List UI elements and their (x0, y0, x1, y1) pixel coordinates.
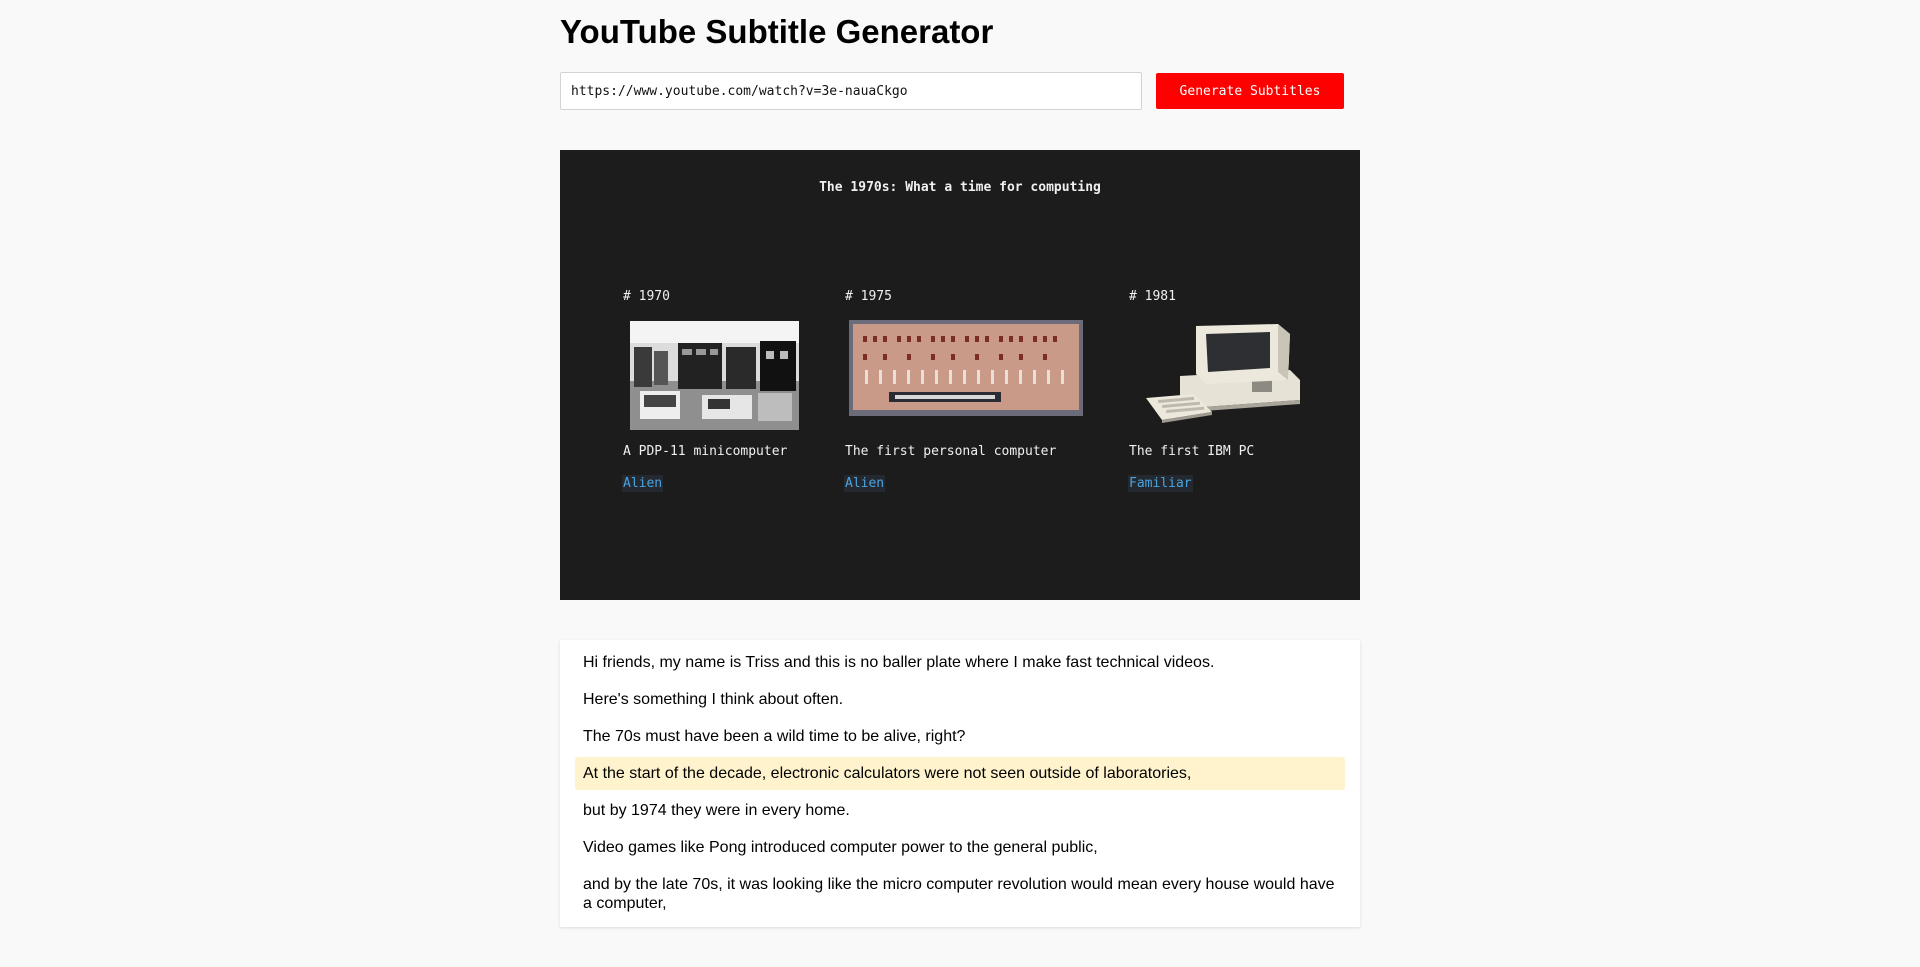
subtitle-line[interactable]: but by 1974 they were in every home. (575, 794, 1345, 827)
generate-subtitles-button[interactable]: Generate Subtitles (1156, 73, 1344, 109)
youtube-url-input[interactable] (560, 72, 1142, 110)
timeline-caption-1981: The first IBM PC (1129, 444, 1255, 459)
subtitle-line[interactable]: Here's something I think about often. (575, 683, 1345, 716)
page-title: YouTube Subtitle Generator (560, 13, 994, 50)
timeline-tag-1981: Familiar (1128, 475, 1193, 492)
timeline-year-1975: # 1975 (845, 289, 892, 304)
timeline-tag-1970: Alien (622, 475, 664, 492)
subtitle-line[interactable]: Hi friends, my name is Triss and this is… (575, 646, 1345, 679)
timeline-tag-1975: Alien (844, 475, 886, 492)
slide-title: The 1970s: What a time for computing (819, 180, 1101, 195)
subtitle-line-active[interactable]: At the start of the decade, electronic c… (575, 757, 1345, 790)
timeline-caption-1970: A PDP-11 minicomputer (623, 444, 788, 459)
subtitle-list[interactable]: Hi friends, my name is Triss and this is… (560, 640, 1360, 927)
subtitle-line[interactable]: The 70s must have been a wild time to be… (575, 720, 1345, 753)
video-player[interactable]: The 1970s: What a time for computing # 1… (560, 150, 1360, 600)
timeline-caption-1975: The first personal computer (845, 444, 1057, 459)
subtitle-line[interactable]: Video games like Pong introduced compute… (575, 831, 1345, 864)
altair-8800-photo (849, 320, 1083, 416)
timeline-year-1970: # 1970 (623, 289, 670, 304)
timeline-year-1981: # 1981 (1129, 289, 1176, 304)
ibm-pc-photo (1140, 320, 1302, 424)
subtitle-line[interactable]: and by the late 70s, it was looking like… (575, 868, 1345, 920)
pdp11-room-photo (630, 321, 799, 430)
